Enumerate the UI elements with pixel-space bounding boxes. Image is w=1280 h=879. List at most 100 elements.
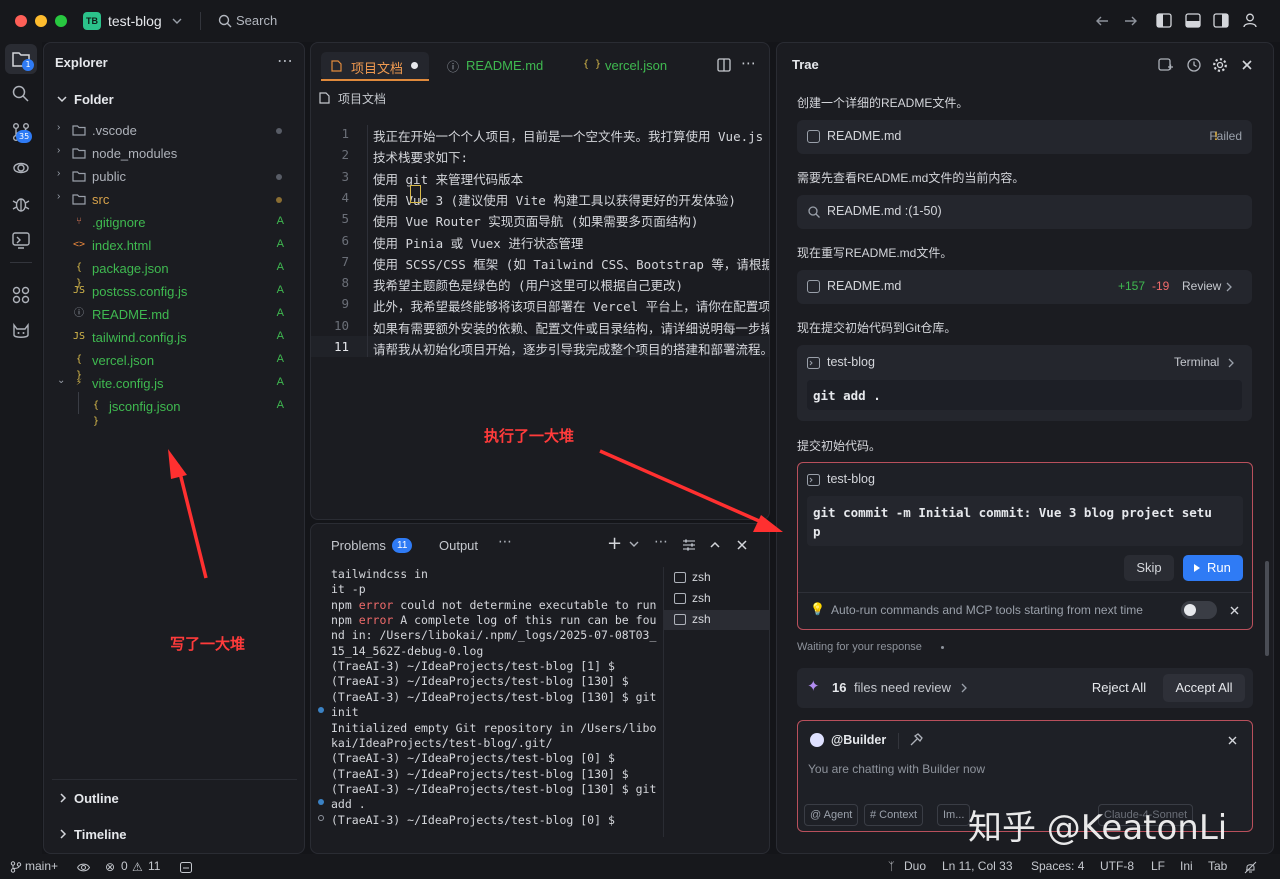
code-line[interactable]: 3 使用 git 来管理代码版本 — [311, 166, 769, 187]
image-chip[interactable]: Im... — [937, 804, 971, 826]
tab-output[interactable]: Output — [439, 538, 478, 553]
agent-chip[interactable]: @ Agent — [804, 804, 859, 826]
more-actions-icon[interactable]: ⋯ — [277, 51, 293, 70]
back-arrow-icon[interactable] — [1095, 14, 1109, 28]
tree-item[interactable]: › public — [44, 165, 304, 187]
tree-item[interactable]: ⌄ ⚡ vite.config.js A — [44, 372, 304, 394]
more-actions-icon[interactable]: ⋯ — [654, 534, 668, 550]
add-terminal-icon[interactable]: + — [607, 533, 622, 554]
maximize-panel-icon[interactable] — [710, 541, 720, 548]
tab-project-doc[interactable]: 项目文档 — [321, 52, 429, 81]
panel-settings-icon[interactable] — [682, 539, 696, 551]
tree-item[interactable]: › .vscode — [44, 119, 304, 141]
tab-mode[interactable]: Tab — [1208, 859, 1227, 873]
sync-icon[interactable] — [77, 862, 90, 873]
close-icon[interactable] — [1228, 736, 1237, 745]
agent-mention[interactable]: @Builder — [831, 733, 886, 747]
toggle-left-panel-icon[interactable] — [1156, 13, 1172, 28]
more-actions-icon[interactable]: ⋯ — [741, 54, 756, 72]
tree-item[interactable]: { } package.json A — [44, 257, 304, 289]
bell-off-icon[interactable] — [1244, 861, 1257, 874]
search-icon[interactable] — [10, 83, 32, 105]
tab-vercel-json[interactable]: { } vercel.json — [573, 52, 699, 80]
tab-problems[interactable]: Problems — [331, 538, 386, 553]
language-mode[interactable]: Ini — [1180, 859, 1193, 873]
project-switcher[interactable]: test-blog — [108, 13, 162, 29]
copilot-icon[interactable] — [10, 320, 32, 342]
tree-item[interactable]: <> index.html A — [44, 234, 304, 256]
run-button[interactable]: Run — [1183, 555, 1243, 581]
close-window-button[interactable] — [15, 15, 27, 27]
chevron-down-icon[interactable] — [57, 95, 67, 103]
reject-all-button[interactable]: Reject All — [1083, 674, 1155, 702]
chevron-right-icon[interactable]: › — [57, 168, 60, 179]
scrollbar-thumb[interactable] — [1265, 561, 1269, 656]
notification-panel-icon[interactable] — [180, 862, 192, 873]
folder-root[interactable]: Folder — [74, 92, 114, 107]
remote-explorer-icon[interactable] — [10, 229, 32, 251]
history-icon[interactable] — [1186, 57, 1202, 73]
code-line[interactable]: 2 技术栈要求如下: — [311, 144, 769, 165]
debug-icon[interactable] — [10, 193, 32, 215]
chat-input-field[interactable]: You are chatting with Builder now — [808, 762, 985, 776]
context-chip[interactable]: # Context — [864, 804, 924, 826]
timeline-section[interactable]: Timeline — [74, 827, 127, 842]
code-line[interactable]: 6 使用 Pinia 或 Vuex 进行状态管理 — [311, 230, 769, 251]
code-line[interactable]: 7 使用 SCSS/CSS 框架 (如 Tailwind CSS、Bootstra… — [311, 251, 769, 272]
cursor-position[interactable]: Ln 11, Col 33 — [942, 859, 1013, 873]
maximize-window-button[interactable] — [55, 15, 67, 27]
remote-icon[interactable] — [10, 157, 32, 179]
chevron-down-icon[interactable] — [172, 17, 182, 25]
outline-section[interactable]: Outline — [74, 791, 119, 806]
chevron-right-icon[interactable] — [59, 793, 67, 803]
autorun-toggle[interactable] — [1181, 601, 1217, 619]
code-line[interactable]: 8 我希望主题颜色是绿色的 (用户这里可以根据自己更改) — [311, 272, 769, 293]
warning-count[interactable]: 11 — [148, 859, 160, 873]
tree-item[interactable]: JS postcss.config.js A — [44, 280, 304, 302]
terminal-instance[interactable]: zsh — [664, 610, 770, 630]
indentation[interactable]: Spaces: 4 — [1031, 859, 1084, 873]
file-card-readme-edit[interactable]: README.md +157 -19 Review — [797, 270, 1252, 304]
tree-item[interactable]: › node_modules — [44, 142, 304, 164]
code-line[interactable]: 5 使用 Vue Router 实现页面导航 (如果需要多页面结构) — [311, 208, 769, 229]
file-card-readme-failed[interactable]: README.md ! Failed — [797, 120, 1252, 154]
review-text[interactable]: files need review — [854, 680, 951, 695]
minimize-window-button[interactable] — [35, 15, 47, 27]
tree-item[interactable]: ⑂ .gitignore A — [44, 211, 304, 233]
close-icon[interactable] — [1242, 60, 1252, 70]
gear-icon[interactable] — [1212, 57, 1228, 73]
encoding[interactable]: UTF-8 — [1100, 859, 1134, 873]
chevron-down-icon[interactable]: ⌄ — [57, 375, 65, 386]
chevron-right-icon[interactable]: › — [57, 191, 60, 202]
tree-item[interactable]: { } jsconfig.json A — [44, 395, 304, 427]
tree-item[interactable]: { } vercel.json A — [44, 349, 304, 381]
branch-indicator[interactable]: main+ — [25, 859, 58, 873]
open-terminal-link[interactable]: Terminal — [1174, 355, 1219, 369]
breadcrumb[interactable]: 项目文档 — [338, 90, 386, 107]
code-line[interactable]: 1 我正在开始一个个人项目，目前是一个空文件夹。我打算使用 Vue.js — [311, 123, 769, 144]
hammer-icon[interactable] — [909, 733, 923, 747]
skip-button[interactable]: Skip — [1124, 555, 1174, 581]
account-icon[interactable] — [1243, 13, 1257, 28]
toggle-bottom-panel-icon[interactable] — [1185, 13, 1201, 28]
duo-status[interactable]: Duo — [904, 859, 926, 873]
code-line[interactable]: 11 请帮我从初始化项目开始，逐步引导我完成整个项目的搭建和部署流程。 — [311, 336, 769, 357]
new-chat-icon[interactable] — [1158, 57, 1174, 73]
search-button[interactable]: Search — [236, 13, 277, 28]
line-ending[interactable]: LF — [1151, 859, 1165, 873]
code-line[interactable]: 10 如果有需要额外安装的依赖、配置文件或目录结构，请详细说明每一步操 — [311, 315, 769, 336]
tree-item[interactable]: JS tailwind.config.js A — [44, 326, 304, 348]
code-line[interactable]: 4 使用 Vue 3 (建议使用 Vite 构建工具以获得更好的开发体验) — [311, 187, 769, 208]
toggle-right-panel-icon[interactable] — [1213, 13, 1229, 28]
split-editor-icon[interactable] — [717, 58, 731, 72]
tree-item[interactable]: ⓘ README.md A — [44, 303, 304, 325]
extensions-icon[interactable] — [10, 284, 32, 306]
accept-all-button[interactable]: Accept All — [1163, 674, 1245, 702]
error-count[interactable]: 0 — [121, 859, 128, 873]
review-link[interactable]: Review — [1182, 279, 1221, 293]
chevron-down-icon[interactable] — [629, 541, 639, 548]
project-avatar[interactable]: TB — [83, 12, 101, 30]
chevron-right-icon[interactable] — [59, 829, 67, 839]
more-tabs-icon[interactable]: ⋯ — [498, 534, 512, 550]
terminal-instance[interactable]: zsh — [664, 589, 770, 609]
